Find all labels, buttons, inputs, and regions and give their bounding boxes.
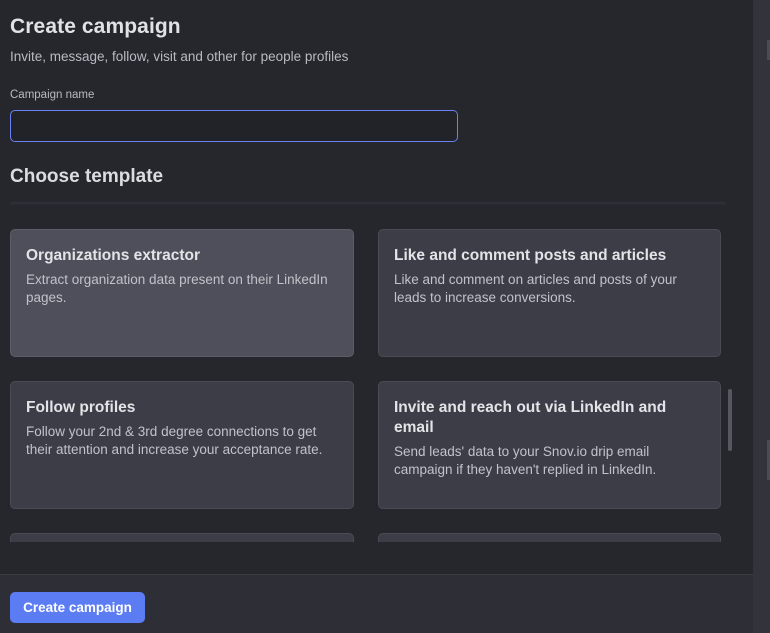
page-subtitle: Invite, message, follow, visit and other… [10, 49, 349, 64]
campaign-name-label: Campaign name [10, 89, 95, 101]
background-page-edge [753, 0, 770, 633]
template-card-description: Extract organization data present on the… [26, 272, 328, 305]
template-card-invite-and-reach-out[interactable]: Invite and reach out via LinkedIn and em… [378, 381, 721, 509]
template-list-scrollbar[interactable] [728, 389, 732, 451]
template-card-follow-profiles[interactable]: Follow profiles Follow your 2nd & 3rd de… [10, 381, 354, 509]
template-card-description: Send leads' data to your Snov.io drip em… [394, 444, 657, 477]
modal-footer: Create campaign [0, 574, 753, 633]
template-card-title: Like and comment posts and articles [394, 247, 667, 264]
page: Create campaign Invite, message, follow,… [0, 0, 770, 633]
list-top-divider [10, 202, 726, 206]
choose-template-heading: Choose template [10, 166, 164, 187]
template-card-description: Follow your 2nd & 3rd degree connections… [26, 424, 323, 457]
template-list[interactable]: Organizations extractor Extract organiza… [0, 200, 753, 542]
create-campaign-button[interactable]: Create campaign [10, 592, 145, 623]
template-card-description: Like and comment on articles and posts o… [394, 272, 677, 305]
campaign-name-input[interactable] [10, 110, 458, 142]
template-card-partial-right[interactable] [378, 533, 721, 542]
template-card-title: Invite and reach out via LinkedIn and em… [394, 399, 667, 436]
template-card-title: Follow profiles [26, 399, 136, 416]
page-title: Create campaign [10, 15, 181, 38]
template-card-like-and-comment[interactable]: Like and comment posts and articles Like… [378, 229, 721, 357]
create-campaign-modal: Create campaign Invite, message, follow,… [0, 0, 753, 633]
template-card-organizations-extractor[interactable]: Organizations extractor Extract organiza… [10, 229, 354, 357]
template-card-partial-left[interactable] [10, 533, 354, 542]
template-card-title: Organizations extractor [26, 247, 200, 264]
